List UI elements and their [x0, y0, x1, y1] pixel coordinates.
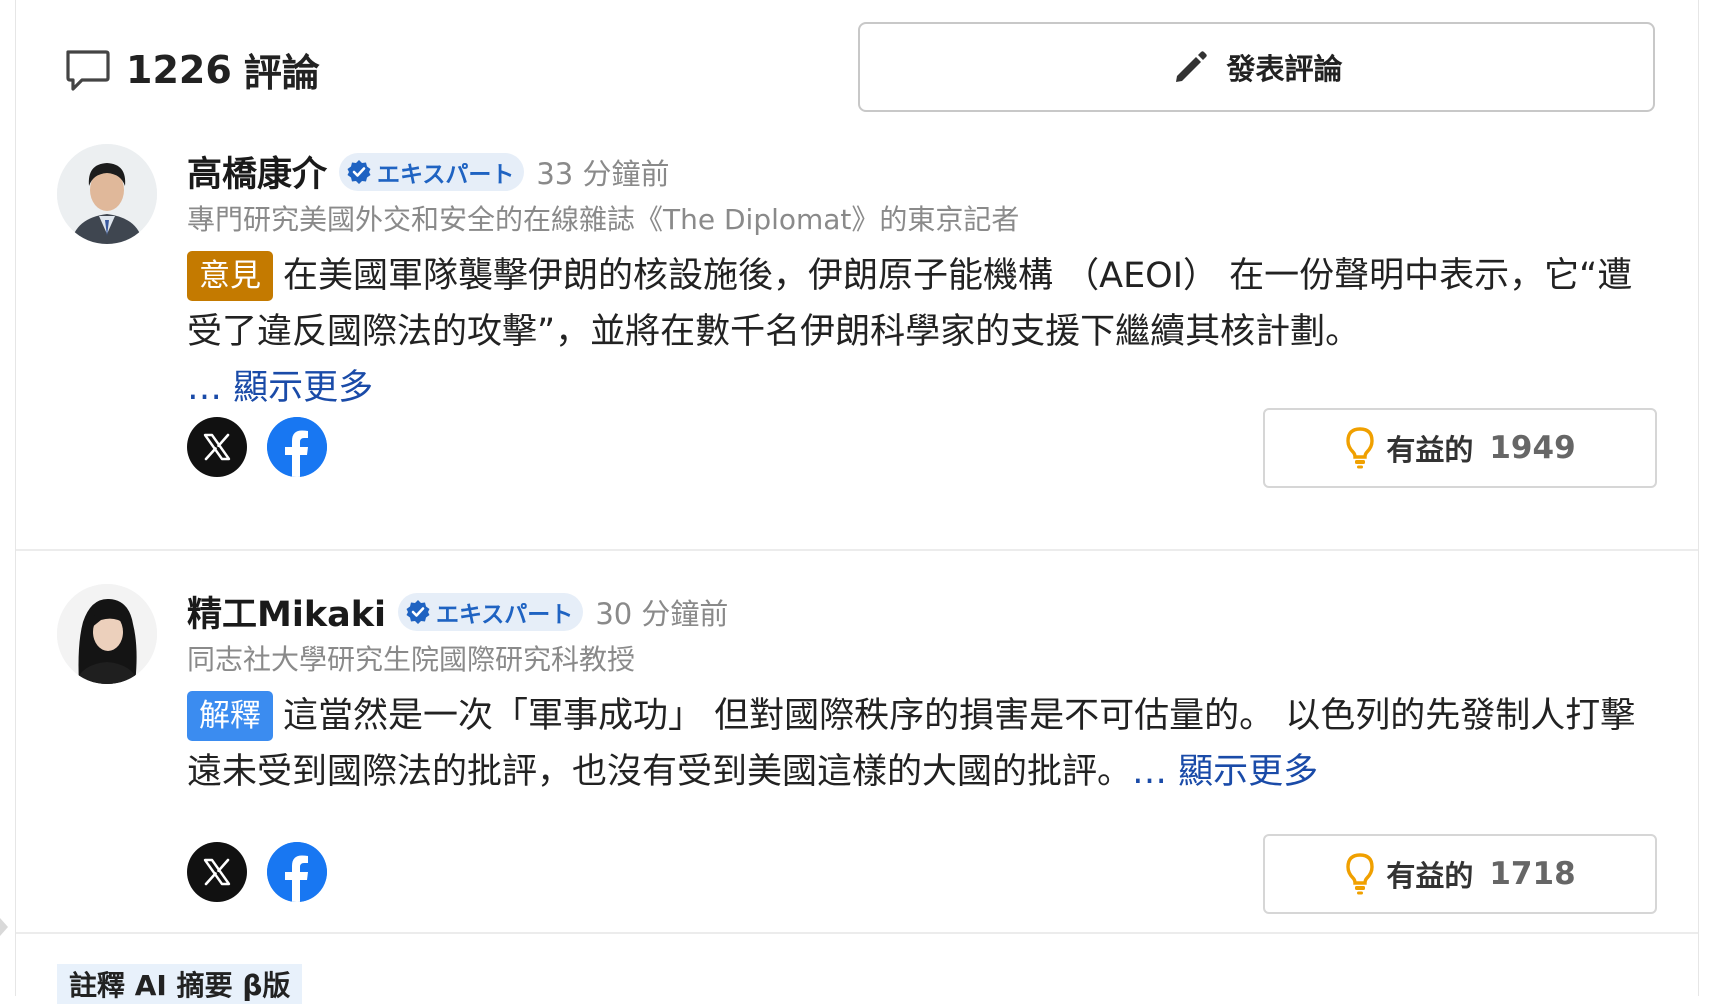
- expert-badge: エキスパート: [339, 152, 525, 191]
- comment-item: 高橋康介 エキスパート 33 分鐘前 專門研究美國外交和安全的在線雜誌《The …: [0, 140, 1728, 550]
- post-comment-label: 發表評論: [1226, 52, 1343, 86]
- show-more-link[interactable]: … 顯示更多: [1132, 752, 1318, 792]
- x-logo-icon: [203, 858, 231, 886]
- expert-badge: エキスパート: [398, 592, 584, 631]
- helpful-label: 有益的: [1386, 433, 1474, 467]
- facebook-logo-icon: [267, 417, 327, 477]
- badge-label: エキスパート: [436, 601, 574, 628]
- comment-item: 精工Mikaki エキスパート 30 分鐘前 同志社大學研究生院國際研究科教授 …: [0, 580, 1728, 932]
- lightbulb-icon: [1346, 853, 1375, 895]
- avatar[interactable]: [57, 144, 157, 244]
- comment-count-label: 評論: [243, 51, 320, 95]
- helpful-count: 1949: [1489, 430, 1576, 466]
- share-x-button[interactable]: [187, 417, 247, 477]
- comment-time: 33 分鐘前: [536, 156, 670, 191]
- post-comment-button[interactable]: 發表評論: [858, 22, 1655, 112]
- ai-summary-label: 註釋 AI 摘要 β版: [69, 969, 291, 1002]
- verified-check-icon: [347, 159, 371, 184]
- ai-summary-heading[interactable]: 註釋 AI 摘要 β版: [57, 964, 303, 1004]
- author-photo-icon: [57, 144, 157, 244]
- opinion-tag: 意見: [187, 251, 273, 301]
- facebook-logo-icon: [267, 842, 327, 902]
- share-x-button[interactable]: [187, 842, 247, 902]
- share-buttons: [187, 417, 327, 477]
- explanation-tag: 解釋: [187, 691, 273, 741]
- badge-label: エキスパート: [377, 161, 515, 188]
- verified-check-icon: [406, 599, 430, 624]
- comment-divider: [16, 549, 1698, 551]
- comment-body: 意見 在美國軍隊襲擊伊朗的核設施後，伊朗原子能機構 （AEOI） 在一份聲明中表示…: [187, 248, 1657, 416]
- comment-divider: [16, 932, 1698, 934]
- helpful-button[interactable]: 有益的 1718: [1263, 834, 1657, 914]
- comment-body: 解釋 這當然是一次「軍事成功」 但對國際秩序的損害是不可估量的。 以色列的先發制人…: [187, 688, 1657, 800]
- author-name[interactable]: 高橋康介: [187, 146, 327, 197]
- comment-text: 在美國軍隊襲擊伊朗的核設施後，伊朗原子能機構 （AEOI） 在一份聲明中表示，它…: [187, 256, 1633, 352]
- author-line: 高橋康介 エキスパート 33 分鐘前: [187, 146, 669, 197]
- author-role: 同志社大學研究生院國際研究科教授: [187, 643, 636, 676]
- share-facebook-button[interactable]: [267, 417, 327, 477]
- comment-time: 30 分鐘前: [595, 596, 729, 631]
- comment-text: 這當然是一次「軍事成功」 但對國際秩序的損害是不可估量的。 以色列的先發制人打擊…: [187, 696, 1636, 792]
- helpful-count: 1718: [1489, 856, 1576, 892]
- author-name[interactable]: 精工Mikaki: [187, 586, 386, 637]
- x-logo-icon: [203, 433, 231, 461]
- helpful-label: 有益的: [1386, 859, 1474, 893]
- comment-count-number: 1226: [126, 47, 232, 92]
- author-role: 專門研究美國外交和安全的在線雜誌《The Diplomat》的東京記者: [187, 203, 1020, 236]
- avatar[interactable]: [57, 584, 157, 684]
- speech-bubble-icon: [66, 49, 110, 91]
- helpful-button[interactable]: 有益的 1949: [1263, 408, 1657, 488]
- pencil-icon: [1176, 51, 1208, 82]
- author-photo-icon: [57, 584, 157, 684]
- comments-header: 1226 評論 發表評論: [62, 22, 1657, 114]
- show-more-link[interactable]: … 顯示更多: [187, 368, 373, 408]
- lightbulb-icon: [1346, 427, 1375, 469]
- share-facebook-button[interactable]: [267, 842, 327, 902]
- comment-count: 1226 評論: [62, 42, 320, 97]
- author-line: 精工Mikaki エキスパート 30 分鐘前: [187, 586, 728, 637]
- share-buttons: [187, 842, 327, 902]
